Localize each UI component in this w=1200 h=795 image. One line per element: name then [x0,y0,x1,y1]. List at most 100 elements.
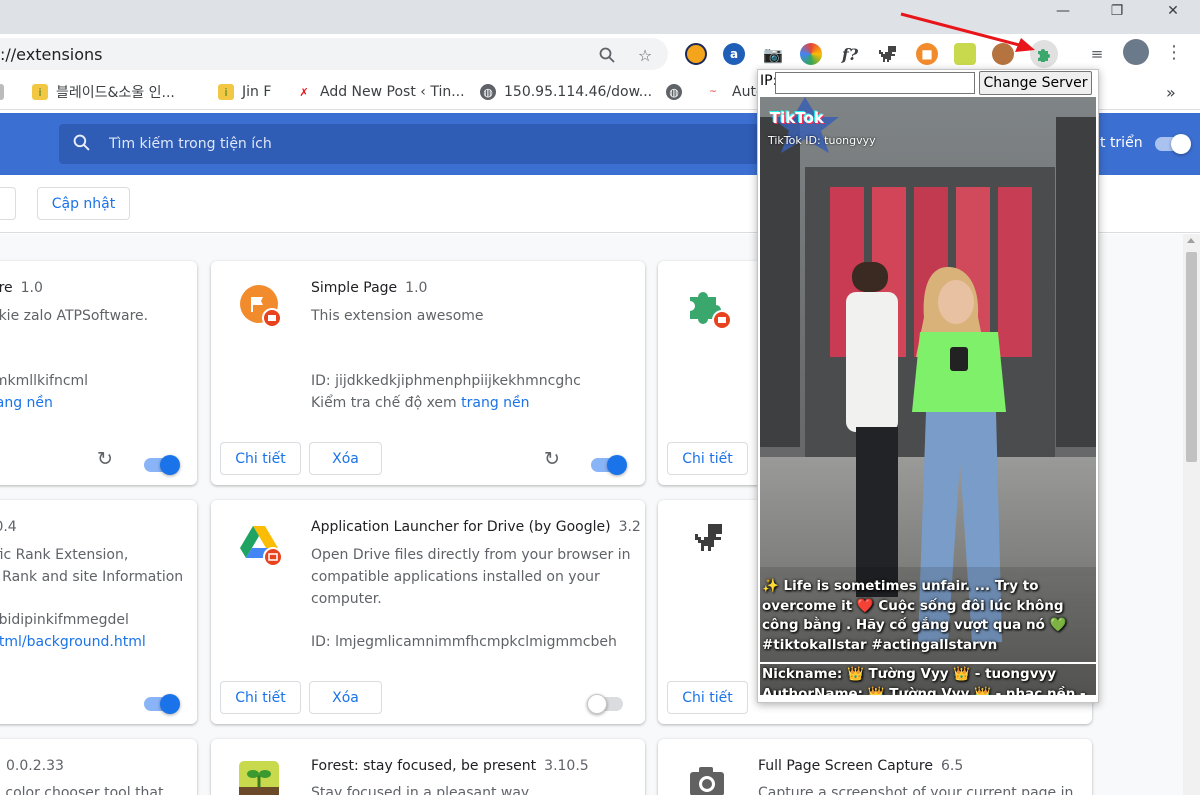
simple-page-icon [240,285,281,327]
extension-enable-toggle[interactable] [144,455,180,475]
camera-icon [690,767,724,795]
tinsoft-icon: i [218,84,234,100]
bookmark-item[interactable]: ✗ Add New Post ‹ Tin... [296,74,465,110]
extension-card: Forest: stay focused, be present 3.10.5 S… [211,739,645,795]
address-text[interactable]: ://extensions [0,45,103,64]
bookmark-label: Add New Post ‹ Tin... [320,84,465,100]
extension-enable-toggle[interactable] [587,694,623,714]
bookmark-item[interactable]: i 블레이드&소울 인... [32,74,175,110]
background-page-link[interactable]: rang nền [0,395,53,411]
extension-id: ID: lmjegmlicamnimmfhcmpkclmigmmcbeh [311,634,617,650]
reload-icon[interactable]: ↻ [97,448,113,470]
developer-mode-label: t triển [1100,135,1143,151]
ip-input[interactable] [775,72,975,94]
extension-card: Full Page Screen Capture 6.5 Capture a sc… [658,739,1092,795]
zoom-icon[interactable] [598,46,616,64]
globe-icon: ◍ [666,84,682,100]
change-server-button[interactable]: Change Server [979,71,1092,95]
extensions-search[interactable] [59,124,759,164]
puzzle-icon [690,292,730,329]
caption-divider [760,662,1096,664]
bookmark-fragment[interactable] [0,74,12,110]
reload-icon[interactable]: ↻ [544,448,560,470]
extension-description: okie zalo ATPSoftware. [0,308,149,324]
search-icon [73,134,90,156]
extension-version: 0.0.2.33 [6,758,64,774]
pack-extension-button-fragment[interactable] [0,187,16,220]
developer-mode-toggle[interactable] [1155,134,1191,154]
tiktok-video[interactable]: TikTok TikTok ID: tuongvyy ✨ Life is som… [760,97,1096,695]
extension-description: Stay focused in a pleasant way [311,785,530,795]
address-bar[interactable]: ://extensions ☆ [0,38,668,70]
x-logo-icon: ✗ [299,85,309,99]
background-page-link[interactable]: html/background.html [0,634,146,650]
s-extension-icon[interactable] [685,43,707,65]
remove-button[interactable]: Xóa [309,681,382,714]
scroll-up-icon[interactable] [1187,238,1195,243]
bookmark-item[interactable]: ◍ [666,74,690,110]
extension-card: are 1.0 okie zalo ATPSoftware. imkmllkifn… [0,261,197,485]
restore-icon[interactable]: ❐ [1094,0,1140,22]
extension-id: imkmllkifncml [0,373,89,389]
extension-enable-toggle[interactable] [144,694,180,714]
bookmark-item[interactable]: i Jin F [218,74,271,110]
page-scrollbar[interactable] [1183,234,1200,795]
bookmark-label: 150.95.114.46/dow... [504,84,653,100]
camera-extension-icon[interactable]: 📷 [762,43,784,65]
extension-id: abidipinkifmmegdel [0,612,129,628]
extension-description: This extension awesome [311,308,484,324]
nickname-line: Nickname: 👑 Tường Vyy 👑 - tuongvyy [762,666,1057,682]
details-button[interactable]: Chi tiết [220,442,301,475]
extension-name: Application Launcher for Drive (by Googl… [311,519,611,535]
extension-name: Full Page Screen Capture [758,758,933,774]
extension-description: & color chooser tool that [0,785,164,795]
extension-card: .0.4 ffic Rank Extension, c Rank and sit… [0,500,197,724]
video-meta: Nickname: 👑 Tường Vyy 👑 - tuongvyy Autho… [762,665,1094,695]
minimize-icon[interactable]: — [1040,0,1086,22]
extension-card: Simple Page 1.0 This extension awesome ID… [211,261,645,485]
extension-popup: IP: Change Server TikTok TikTok ID: tuon… [757,69,1099,703]
close-icon[interactable]: ✕ [1150,0,1196,22]
color-wheel-extension-icon[interactable] [800,43,822,65]
globe-icon: ◍ [480,84,496,100]
tiktok-logo: TikTok [770,109,824,127]
bookmark-label: 블레이드&소울 인... [56,85,175,101]
extension-version: 1.0 [20,280,43,296]
extension-version: 3.2 [618,519,641,535]
video-caption: ✨ Life is sometimes unfair. ... Try to o… [762,578,1067,653]
search-input[interactable] [109,124,749,164]
bookmark-item[interactable]: ~ Auto [702,74,764,110]
bookmark-item[interactable]: ◍ 150.95.114.46/dow... [480,74,652,110]
globe-icon: ~ [709,87,717,97]
remove-button[interactable]: Xóa [309,442,382,475]
background-page-link[interactable]: trang nền [461,395,529,411]
media-queue-icon[interactable]: ≡ [1088,45,1106,63]
google-drive-icon [240,526,281,566]
details-button[interactable]: Chi tiết [667,442,748,475]
bookmark-label: Jin F [242,84,272,100]
details-button[interactable]: Chi tiết [667,681,748,714]
extension-version: 6.5 [940,758,964,774]
extension-version: 3.10.5 [544,758,589,774]
extension-version: .0.4 [0,519,17,535]
extension-id: ID: jijdkkedkjiphmenphpiijkekhmncghc [311,373,581,389]
extension-name: Forest: stay focused, be present [311,758,537,774]
bookmark-star-icon[interactable]: ☆ [636,46,654,65]
extension-name: Simple Page [311,280,398,296]
a-extension-icon[interactable]: a [723,43,745,65]
tiktok-id-label: TikTok ID: tuongvyy [768,134,876,147]
forest-icon [239,761,279,795]
scroll-thumb[interactable] [1186,252,1197,462]
author-line: AuthorName: 👑 Tường Vyy 👑 - nhạc nền - 👑… [762,685,1086,696]
extension-name: are [0,280,13,296]
update-button[interactable]: Cập nhật [37,187,130,220]
avatar[interactable] [1123,39,1149,65]
more-bookmarks-button[interactable]: » [1166,74,1176,110]
fx-extension-icon[interactable]: f? [839,43,861,65]
extension-description: ffic Rank Extension, c Rank and site Inf… [0,547,184,585]
dino-icon [695,524,722,551]
menu-kebab-icon[interactable]: ⋮ [1165,42,1183,63]
extension-description: Open Drive files directly from your brow… [311,547,631,607]
extension-enable-toggle[interactable] [591,455,627,475]
details-button[interactable]: Chi tiết [220,681,301,714]
